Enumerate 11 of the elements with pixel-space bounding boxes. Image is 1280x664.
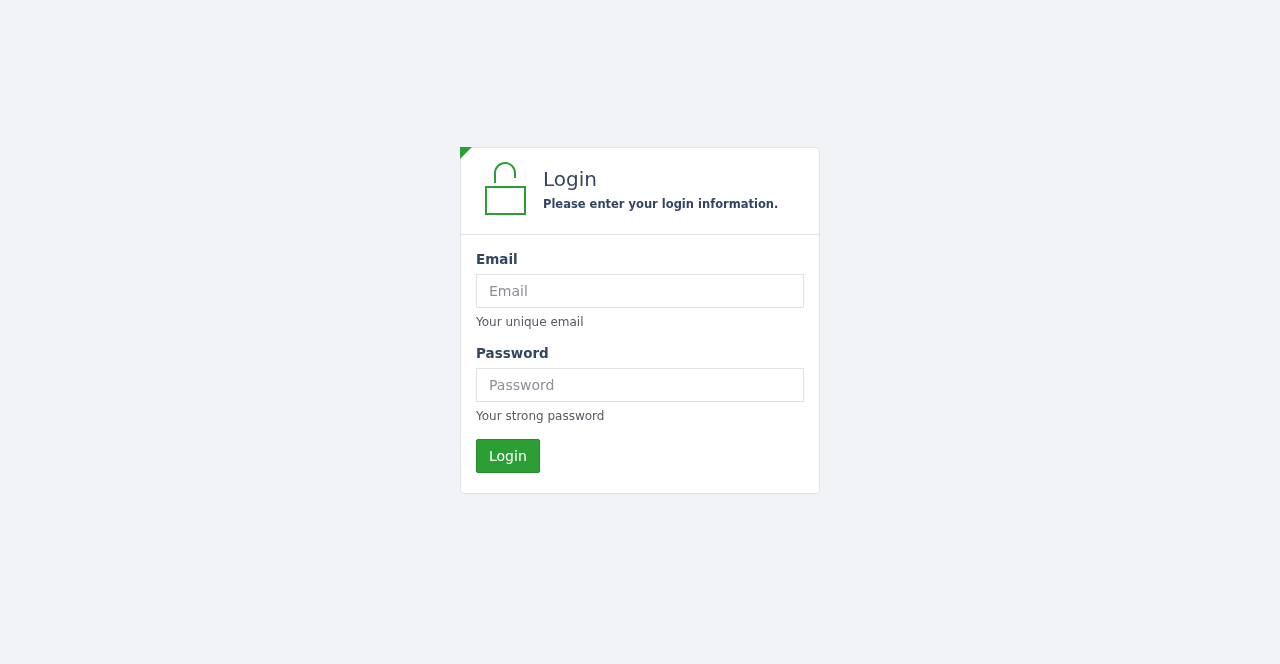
field-help-text: Your strong password: [476, 409, 606, 423]
padlock-icon: [485, 162, 527, 216]
field-label: Password: [476, 345, 550, 361]
login-title: Login: [543, 167, 598, 191]
login-button[interactable]: Login: [476, 439, 540, 473]
field-label: Email: [476, 251, 519, 267]
login-subtitle: Please enter your login information.: [543, 197, 779, 211]
input-field[interactable]: Email: [476, 274, 804, 308]
input-field[interactable]: Password: [476, 368, 804, 402]
field-help-text: Your unique email: [476, 315, 585, 329]
corner-triangle-icon: [460, 147, 472, 159]
